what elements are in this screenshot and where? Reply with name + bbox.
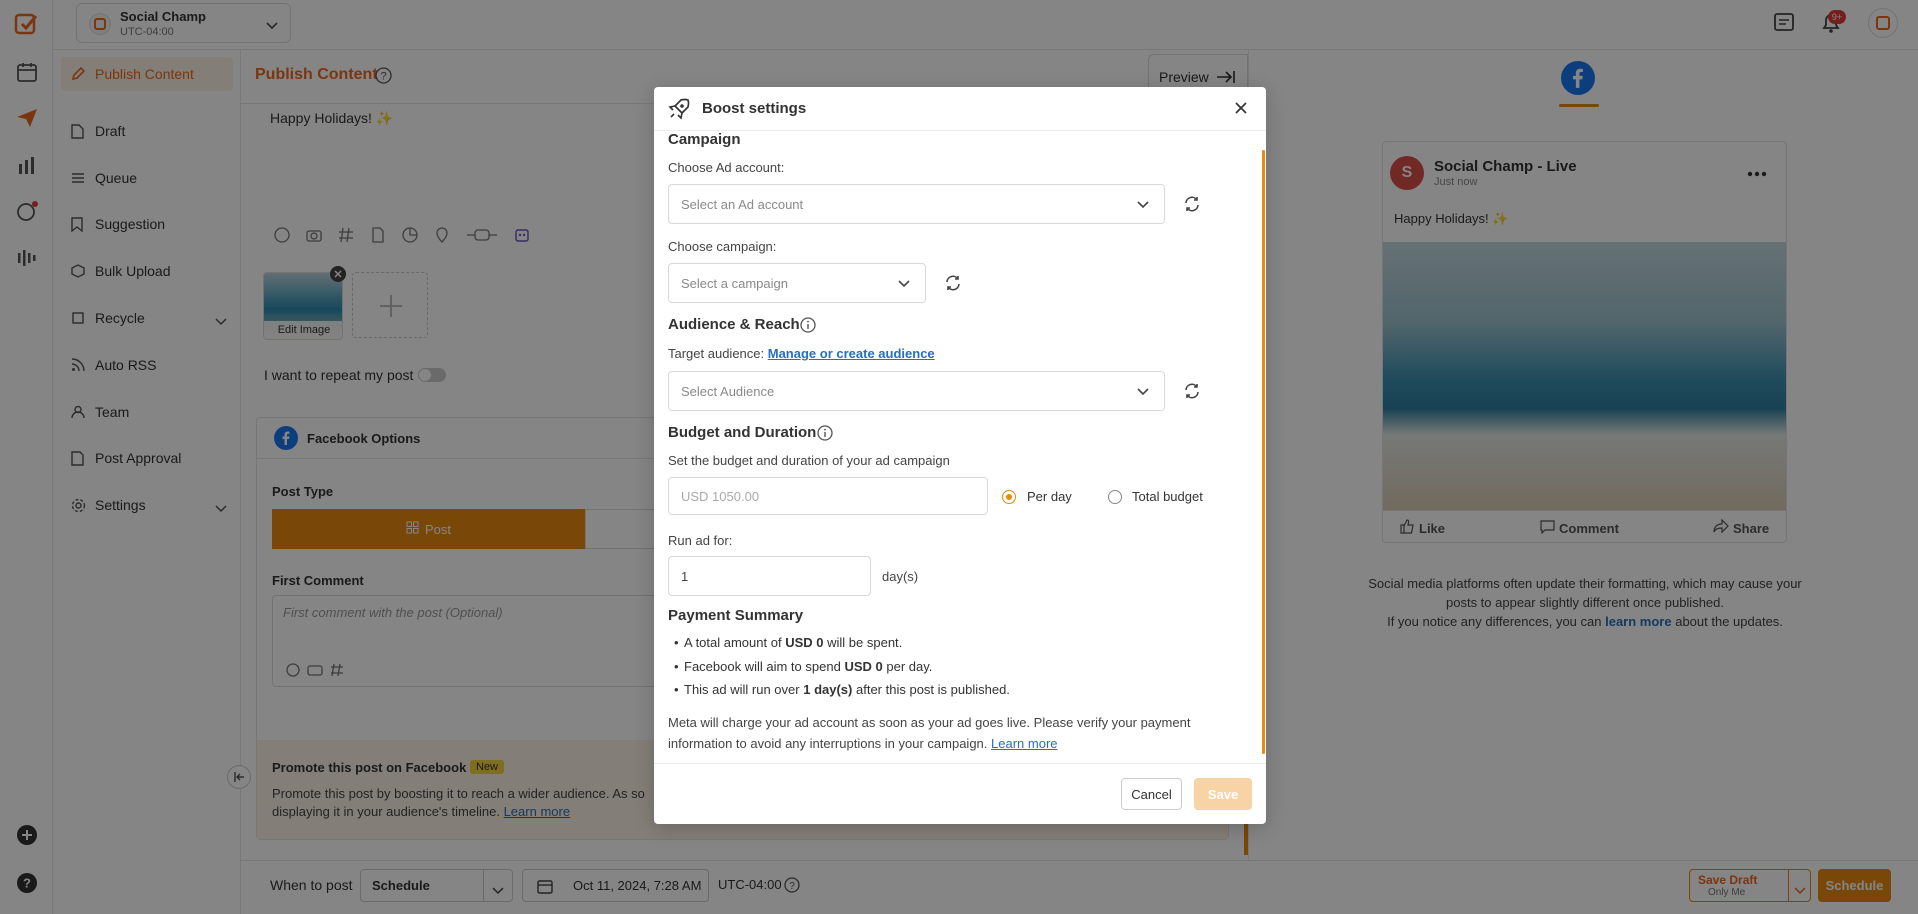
meta-charge-note: Meta will charge your ad account as soon… — [668, 712, 1208, 754]
campaign-section-title: Campaign — [668, 131, 741, 148]
ad-account-placeholder: Select an Ad account — [681, 196, 804, 212]
summary-per-day: Facebook will aim to spend USD 0 per day… — [674, 659, 932, 674]
meta-note-line1: Meta will charge your ad account as soon… — [668, 715, 1191, 730]
payment-summary-title: Payment Summary — [668, 607, 804, 624]
ad-account-select[interactable]: Select an Ad account — [668, 184, 1165, 224]
ad-account-label: Choose Ad account: — [668, 160, 785, 175]
refresh-icon[interactable] — [1183, 195, 1201, 213]
run-ad-input[interactable]: 1 — [668, 556, 871, 596]
refresh-icon[interactable] — [1183, 382, 1201, 400]
chevron-down-icon — [897, 277, 911, 292]
campaign-label: Choose campaign: — [668, 239, 777, 254]
save-button[interactable]: Save — [1194, 778, 1252, 810]
total-budget-radio[interactable] — [1108, 490, 1122, 504]
close-icon[interactable] — [1234, 101, 1248, 118]
campaign-select[interactable]: Select a campaign — [668, 263, 926, 303]
summary-total: A total amount of USD 0 will be spent. — [674, 635, 902, 650]
per-day-radio[interactable] — [1002, 490, 1016, 504]
run-ad-label: Run ad for: — [668, 533, 733, 548]
chevron-down-icon — [1136, 198, 1150, 213]
budget-section-title: Budget and Duration — [668, 424, 817, 441]
per-day-label[interactable]: Per day — [1027, 489, 1072, 504]
modal-title: Boost settings — [702, 100, 807, 117]
manage-audience-link[interactable]: Manage or create audience — [768, 346, 935, 361]
chevron-down-icon — [1136, 385, 1150, 400]
boost-settings-modal: Boost settings Campaign Choose Ad accoun… — [654, 87, 1266, 824]
meta-learn-more-link[interactable]: Learn more — [991, 736, 1057, 751]
budget-description: Set the budget and duration of your ad c… — [668, 453, 950, 468]
budget-input[interactable]: USD 1050.00 — [668, 477, 988, 515]
days-unit-label: day(s) — [882, 569, 919, 584]
cancel-button[interactable]: Cancel — [1121, 778, 1182, 810]
total-budget-label[interactable]: Total budget — [1132, 489, 1203, 504]
target-audience-label: Target audience: — [668, 346, 765, 361]
info-icon[interactable] — [817, 425, 833, 444]
summary-duration: This ad will run over 1 day(s) after thi… — [674, 682, 1010, 697]
audience-placeholder: Select Audience — [681, 383, 775, 399]
rocket-icon — [667, 97, 691, 124]
campaign-placeholder: Select a campaign — [681, 275, 788, 291]
meta-note-line2: information to avoid any interruptions i… — [668, 736, 988, 751]
refresh-icon[interactable] — [944, 274, 962, 292]
run-ad-value: 1 — [681, 568, 689, 584]
modal-header: Boost settings — [654, 87, 1266, 131]
budget-placeholder: USD 1050.00 — [681, 488, 760, 504]
audience-section-title: Audience & Reach — [668, 316, 800, 333]
modal-scrollbar[interactable] — [1262, 150, 1265, 754]
audience-select[interactable]: Select Audience — [668, 371, 1165, 411]
info-icon[interactable] — [800, 317, 816, 336]
